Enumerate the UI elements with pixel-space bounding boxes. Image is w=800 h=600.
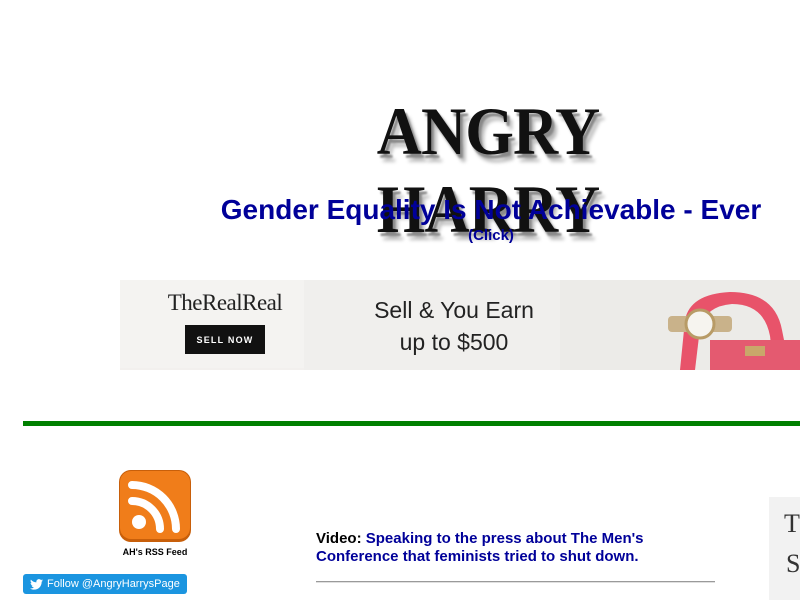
ad-tagline: Sell & You Earn up to $500: [334, 294, 574, 358]
twitter-bird-icon: [30, 578, 43, 590]
side-panel-letter-s: S: [786, 549, 800, 578]
content-separator: [316, 581, 715, 583]
site-logo[interactable]: ANGRY HARRY: [276, 92, 700, 247]
ad-tagline-line1: Sell & You Earn: [374, 297, 534, 323]
side-panel-letter-t: T: [784, 509, 800, 538]
ad-brand-logo: TheRealReal: [167, 290, 283, 315]
twitter-follow-button[interactable]: Follow @AngryHarrysPage: [23, 574, 187, 594]
twitter-follow-label: Follow @AngryHarrysPage: [47, 578, 180, 590]
ad-product-image: [560, 280, 800, 370]
ad-tagline-line2: up to $500: [399, 329, 509, 355]
video-prefix: Video:: [316, 530, 362, 547]
click-link[interactable]: (Click): [190, 227, 792, 245]
video-link[interactable]: Speaking to the press about The Men's Co…: [316, 530, 644, 565]
rss-feed-icon[interactable]: [117, 468, 193, 544]
ad-banner[interactable]: TheRealReal SELL NOW Sell & You Earn up …: [120, 280, 800, 370]
video-item: Video: Speaking to the press about The M…: [316, 530, 716, 566]
headline-link[interactable]: Gender Equality Is Not Achievable - Ever: [190, 192, 792, 228]
ad-sell-now-button[interactable]: SELL NOW: [185, 325, 265, 354]
side-ad-panel[interactable]: T S: [769, 497, 800, 600]
rss-feed-label[interactable]: AH's RSS Feed: [105, 547, 205, 557]
green-divider: [23, 421, 800, 426]
